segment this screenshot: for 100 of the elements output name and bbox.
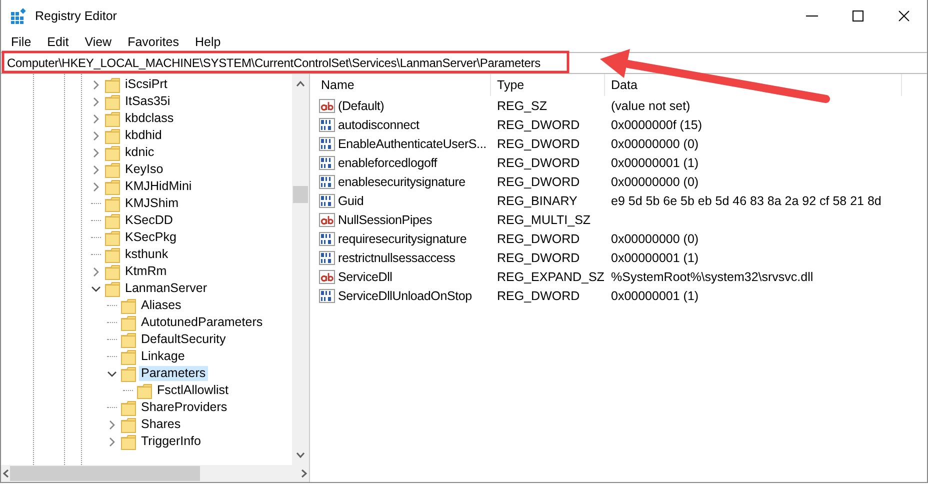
- table-cell-text: REG_SZ: [496, 98, 548, 112]
- folder-icon: [105, 212, 120, 228]
- tree-item[interactable]: KMJShim: [123, 196, 180, 211]
- window-title: Registry Editor: [35, 9, 118, 23]
- table-cell: EnableAuthenticateUserS...: [315, 136, 491, 152]
- table-cell: (Default): [315, 98, 491, 114]
- tree-item[interactable]: KMJHidMini: [123, 179, 194, 194]
- table-cell-text: REG_MULTI_SZ: [496, 212, 592, 226]
- app-icon: [11, 8, 27, 24]
- close-icon[interactable]: [898, 10, 910, 22]
- tree-item[interactable]: AutotunedParameters: [139, 315, 265, 330]
- folder-icon: [105, 76, 120, 92]
- scrollbar-thumb[interactable]: [10, 466, 200, 481]
- tree-item[interactable]: Parameters: [139, 366, 208, 381]
- binary-value-icon: [319, 154, 335, 170]
- folder-icon: [121, 366, 136, 382]
- table-cell: ServiceDll: [315, 268, 491, 284]
- chevron-icon[interactable]: [107, 370, 117, 378]
- tree-item[interactable]: ShareProviders: [139, 400, 230, 415]
- folder-icon: [105, 162, 120, 178]
- scrollbar-thumb[interactable]: [293, 186, 308, 203]
- tree-item[interactable]: KtmRm: [123, 264, 169, 279]
- table-cell: NullSessionPipes: [315, 212, 491, 228]
- table-cell-text: 0x00000000 (0): [610, 174, 700, 188]
- table-cell-text: 0x00000000 (0): [610, 136, 700, 150]
- menu-item[interactable]: Help: [186, 35, 229, 49]
- tree-item[interactable]: LanmanServer: [123, 281, 209, 296]
- binary-value-icon: [319, 250, 335, 266]
- table-cell-text: 0x00000001 (1): [610, 288, 700, 302]
- folder-icon: [121, 298, 136, 314]
- folder-icon: [105, 128, 120, 144]
- tree-item[interactable]: Shares: [139, 417, 183, 432]
- tree-item[interactable]: ksthunk: [123, 247, 170, 262]
- column-header[interactable]: Type: [491, 74, 605, 96]
- table-cell: ServiceDllUnloadOnStop: [315, 288, 491, 304]
- table-cell-text: e9 5d 5b 6e 5b eb 5d 46 83 8a 2a 92 cf 58 21 8d: [610, 194, 882, 208]
- table-cell: enableforcedlogoff: [315, 154, 491, 170]
- column-header[interactable]: Name: [315, 74, 491, 96]
- tree-item[interactable]: DefaultSecurity: [139, 332, 228, 347]
- folder-icon: [121, 400, 136, 416]
- table-cell-text: REG_BINARY: [496, 194, 578, 208]
- tree-item[interactable]: kdnic: [123, 145, 156, 160]
- table-cell: Guid: [315, 192, 491, 208]
- folder-icon: [105, 246, 120, 262]
- binary-value-icon: [319, 136, 335, 152]
- tree-item[interactable]: kbdhid: [123, 128, 164, 143]
- binary-value-icon: [319, 192, 335, 208]
- binary-value-icon: [319, 116, 335, 132]
- binary-value-icon: [319, 230, 335, 246]
- scroll-down-icon[interactable]: [296, 451, 305, 460]
- string-value-icon: [319, 268, 335, 284]
- folder-icon: [105, 196, 120, 212]
- scroll-left-icon[interactable]: [1, 469, 10, 478]
- folder-icon: [121, 434, 136, 450]
- menu-item[interactable]: View: [76, 35, 120, 49]
- folder-icon: [105, 178, 120, 194]
- table-cell-text: (value not set): [610, 98, 692, 112]
- scrollbar[interactable]: [1, 465, 309, 482]
- folder-icon: [121, 332, 136, 348]
- table-cell-text: REG_DWORD: [496, 174, 581, 188]
- scrollbar[interactable]: [292, 74, 309, 465]
- table-cell-text: 0x00000001 (1): [610, 156, 700, 170]
- table-cell: requiresecuritysignature: [315, 230, 491, 246]
- tree-item[interactable]: KeyIso: [123, 162, 166, 177]
- table-cell-text: REG_DWORD: [496, 250, 581, 264]
- table-cell-text: REG_DWORD: [496, 288, 581, 302]
- binary-value-icon: [319, 174, 335, 190]
- folder-icon: [121, 314, 136, 330]
- folder-icon: [105, 144, 120, 160]
- folder-icon: [121, 416, 136, 432]
- table-cell: autodisconnect: [315, 116, 491, 132]
- tree-item[interactable]: KSecPkg: [123, 230, 178, 245]
- table-cell-text: REG_DWORD: [496, 118, 581, 132]
- table-cell-text: REG_DWORD: [496, 232, 581, 246]
- menu-item[interactable]: Edit: [39, 35, 77, 49]
- menu-item[interactable]: Favorites: [120, 35, 187, 49]
- folder-icon: [137, 382, 152, 398]
- tree-item[interactable]: kbdclass: [123, 111, 176, 126]
- folder-icon: [121, 348, 136, 364]
- maximize-icon[interactable]: [852, 10, 864, 22]
- folder-icon: [105, 264, 120, 280]
- menu-item[interactable]: File: [3, 35, 40, 49]
- folder-icon: [105, 94, 120, 110]
- binary-value-icon: [319, 288, 335, 304]
- table-cell: enablesecuritysignature: [315, 174, 491, 190]
- string-value-icon: [319, 212, 335, 228]
- scroll-up-icon[interactable]: [296, 79, 305, 88]
- table-cell-text: REG_DWORD: [496, 136, 581, 150]
- tree-item[interactable]: KSecDD: [123, 213, 175, 228]
- tree-item[interactable]: iScsiPrt: [123, 77, 170, 92]
- tree-item[interactable]: ItSas35i: [123, 94, 172, 109]
- tree-item[interactable]: TriggerInfo: [139, 434, 203, 449]
- tree-item[interactable]: Aliases: [139, 298, 184, 313]
- chevron-icon[interactable]: [91, 284, 101, 292]
- folder-icon: [105, 280, 120, 296]
- string-value-icon: [319, 98, 335, 114]
- scroll-right-icon[interactable]: [300, 469, 309, 478]
- folder-icon: [105, 230, 120, 246]
- tree-item[interactable]: Linkage: [139, 349, 187, 364]
- tree-item[interactable]: FsctlAllowlist: [155, 383, 231, 398]
